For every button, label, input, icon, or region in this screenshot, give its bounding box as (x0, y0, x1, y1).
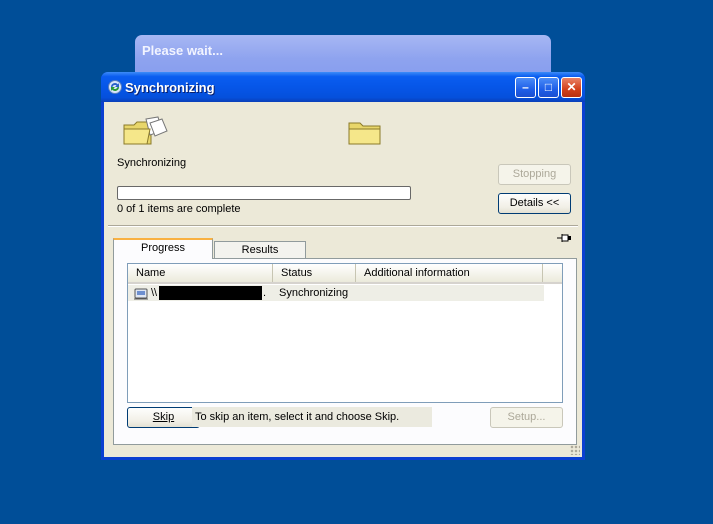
skip-hint-text: To skip an item, select it and choose Sk… (192, 407, 432, 427)
progress-tab-panel: Name Status Additional information \\ . … (113, 258, 577, 445)
sync-icon[interactable] (107, 79, 123, 98)
table-row[interactable]: \\ . Synchronizing (128, 285, 544, 301)
column-header-name[interactable]: Name (128, 264, 273, 282)
column-header-status[interactable]: Status (273, 264, 356, 282)
redacted-name (159, 286, 262, 300)
minimize-button[interactable]: – (515, 77, 536, 98)
column-header-additional-info[interactable]: Additional information (356, 264, 543, 282)
dialog-client-area: Synchronizing Stopping Details << 0 of 1… (104, 102, 582, 457)
resize-grip[interactable] (570, 445, 580, 455)
pushpin-icon[interactable] (556, 232, 572, 247)
tab-progress[interactable]: Progress (113, 238, 213, 259)
row-name-prefix: \\ (151, 287, 158, 299)
sync-status-label: Synchronizing (117, 157, 187, 169)
stopping-button[interactable]: Stopping (498, 164, 571, 185)
close-button[interactable]: ✕ (561, 77, 582, 98)
skip-button[interactable]: Skip (127, 407, 200, 428)
skip-button-label: Skip (152, 411, 175, 423)
progress-bar (117, 186, 411, 200)
row-status: Synchronizing (279, 287, 349, 299)
details-button[interactable]: Details << (498, 193, 571, 214)
open-folder-with-documents-icon (122, 115, 170, 150)
network-share-icon (133, 285, 149, 306)
window-title: Synchronizing (125, 80, 215, 95)
items-list[interactable]: Name Status Additional information \\ . … (127, 263, 563, 403)
background-window-title: Please wait... (142, 43, 223, 58)
setup-button[interactable]: Setup... (490, 407, 563, 428)
tab-results[interactable]: Results (214, 241, 306, 258)
row-name-suffix: . (263, 287, 267, 299)
folder-icon (348, 118, 382, 149)
progress-text: 0 of 1 items are complete (117, 203, 241, 215)
list-header: Name Status Additional information (128, 264, 562, 284)
synchronizing-window: Synchronizing – □ ✕ Synchronizing Stoppi… (101, 72, 585, 460)
maximize-button[interactable]: □ (538, 77, 559, 98)
separator (108, 225, 578, 227)
title-bar[interactable]: Synchronizing – □ ✕ (101, 72, 585, 102)
